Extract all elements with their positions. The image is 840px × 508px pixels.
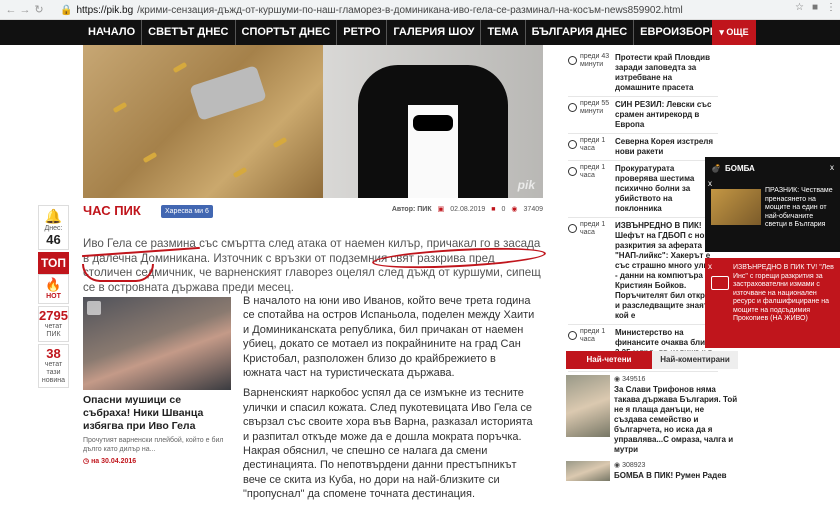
article-paragraph: Варненският наркобос успял да се измъкне…: [243, 387, 533, 501]
news-item[interactable]: преди 1 часа Прокуратурата проверява шест…: [568, 161, 718, 218]
eye-icon: ◉: [614, 376, 623, 383]
bullets-photo: [83, 45, 323, 198]
news-item[interactable]: преди 1 часа Северна Корея изстреля нови …: [568, 134, 718, 161]
news-item[interactable]: преди 43 минути Протести край Пловдив зар…: [568, 50, 718, 97]
related-article-date: ◷ на 30.04.2016: [83, 458, 137, 465]
clock-icon: [568, 224, 577, 233]
popup-brand: БОМБА: [724, 163, 755, 173]
url-host: https://pik.bg: [76, 4, 134, 16]
category-tag[interactable]: ЧАС ПИК: [83, 203, 141, 218]
clock-icon: [568, 56, 577, 65]
tab-most-read[interactable]: Най-четени: [566, 351, 652, 369]
popup-text[interactable]: ПРАЗНИК: Честваме пренасянето на мощите …: [765, 187, 836, 230]
portrait-photo: pik: [323, 45, 543, 198]
view-count: 37409: [523, 205, 543, 213]
clock-icon: [568, 331, 577, 340]
browser-bar: ← → ↻ 🔒 https://pik.bg /крими-сензация-д…: [0, 0, 840, 20]
related-article-image[interactable]: [83, 297, 231, 390]
clock-icon: [568, 167, 577, 176]
nav-item[interactable]: СВЕТЪТ ДНЕС: [142, 20, 236, 45]
popup-text[interactable]: ИЗВЪНРЕДНО В ПИК TV! "Лев Инс" с горещи …: [733, 264, 836, 324]
comment-count[interactable]: 0: [502, 206, 506, 213]
hot-box[interactable]: 🔥 HOT: [38, 274, 69, 304]
url-path: /крими-сензация-дъжд-от-куршуми-по-наш-г…: [137, 4, 683, 16]
today-count: 46: [46, 232, 61, 247]
calendar-icon: ▣: [437, 206, 445, 213]
back-icon[interactable]: ←: [4, 4, 18, 16]
tv-icon: [711, 276, 729, 290]
readers-pik-box: 2795 четат ПИК: [38, 306, 69, 342]
popular-item[interactable]: ◉ 349516 За Слави Трифонов няма такава дъ…: [566, 375, 738, 455]
nav-item[interactable]: СПОРТЪТ ДНЕС: [236, 20, 338, 45]
clock-icon: [568, 103, 577, 112]
comment-icon: ■: [491, 205, 496, 213]
reload-icon[interactable]: ↻: [32, 3, 46, 16]
lock-icon: 🔒: [60, 4, 73, 16]
article-date: 02.08.2019: [450, 205, 486, 213]
popup-thumbnail[interactable]: [711, 189, 761, 225]
readers-news-box: 38 четат тази новина: [38, 344, 69, 388]
close-icon[interactable]: x: [830, 163, 834, 172]
flame-icon: 🔥: [45, 277, 62, 292]
menu-icon[interactable]: ⋮: [826, 2, 836, 13]
popular-thumbnail[interactable]: [566, 461, 610, 481]
today-box: 🔔 Днес: 46: [38, 205, 69, 250]
news-item[interactable]: преди 1 часа ИЗВЪНРЕДНО В ПИК! Шефът на Г…: [568, 218, 718, 325]
readers-news-label: четат тази новина: [41, 361, 66, 384]
popular-tabs: Най-четени Най-коментирани: [566, 351, 738, 369]
more-menu-button[interactable]: ▾ ОЩЕ: [712, 20, 756, 45]
article-body: В началото на юни иво Иванов, който вече…: [243, 294, 535, 508]
watermark: pik: [517, 178, 535, 192]
nav-item[interactable]: ТЕМА: [481, 20, 526, 45]
red-underline-annotation: [82, 264, 154, 282]
bomb-icon: 💣: [711, 163, 721, 173]
article-header: ЧАС ПИК Харесва ми 6 Автор: ПИК ▣ 02.08.2…: [83, 203, 543, 221]
popular-title[interactable]: За Слави Трифонов няма такава държава Бъ…: [614, 385, 738, 455]
nav-item[interactable]: НАЧАЛО: [82, 20, 143, 45]
eye-icon: ◉: [511, 206, 518, 213]
popular-thumbnail[interactable]: [566, 375, 610, 437]
star-icon[interactable]: ☆: [795, 2, 804, 13]
notification-popup[interactable]: 💣 БОМБА x x ПРАЗНИК: Честваме пренасянето…: [705, 157, 840, 252]
extension-icon[interactable]: ■: [812, 2, 818, 13]
facebook-like-button[interactable]: Харесва ми 6: [161, 205, 213, 218]
author-label: Автор:: [391, 205, 416, 213]
news-item[interactable]: преди 55 минути СИН РЕЗИЛ: Левски със сра…: [568, 97, 718, 134]
main-nav: НАЧАЛО СВЕТЪТ ДНЕС СПОРТЪТ ДНЕС РЕТРО ГА…: [0, 20, 840, 45]
hot-label: HOT: [46, 293, 61, 300]
article-meta: Автор: ПИК ▣ 02.08.2019 ■ 0 ◉ 37409: [391, 205, 543, 214]
tab-most-commented[interactable]: Най-коментирани: [652, 351, 738, 369]
related-article-card[interactable]: Опасни мушици се събраха! Ники Шванца из…: [83, 297, 231, 465]
readers-pik-count: 2795: [39, 308, 68, 323]
eye-icon: ◉: [614, 462, 623, 469]
top-button[interactable]: ТОП: [38, 252, 69, 274]
gun-shape: [189, 65, 267, 121]
clock-icon: [568, 140, 577, 149]
clock-icon: ◷: [83, 458, 92, 465]
readers-news-count: 38: [46, 346, 61, 361]
nav-item[interactable]: ГАЛЕРИЯ ШОУ: [387, 20, 482, 45]
notification-popup-live[interactable]: x ИЗВЪНРЕДНО В ПИК TV! "Лев Инс" с горещ…: [705, 258, 840, 348]
forward-icon[interactable]: →: [18, 4, 32, 16]
close-icon[interactable]: x: [708, 262, 712, 271]
address-bar[interactable]: 🔒 https://pik.bg /крими-сензация-дъжд-от…: [60, 2, 740, 18]
hero-image: pik: [83, 45, 543, 198]
close-icon[interactable]: x: [708, 179, 712, 188]
popular-list: ◉ 349516 За Слави Трифонов няма такава дъ…: [566, 375, 738, 487]
related-article-excerpt: Прочутият варненски плейбой, който е бил…: [83, 437, 224, 453]
bell-icon: 🔔: [44, 208, 63, 224]
nav-item[interactable]: РЕТРО: [337, 20, 388, 45]
author-name[interactable]: ПИК: [417, 206, 431, 213]
popular-item[interactable]: ◉ 308923 БОМБА В ПИК! Румен Радев: [566, 461, 738, 481]
article-paragraph: В началото на юни иво Иванов, който вече…: [243, 295, 535, 380]
readers-pik-label: четат ПИК: [44, 323, 63, 338]
left-stats: 🔔 Днес: 46 ТОП 🔥 HOT 2795 четат ПИК 38 ч…: [38, 205, 69, 390]
gallery-icon: [87, 301, 101, 315]
latest-news-list: преди 43 минути Протести край Пловдив зар…: [568, 50, 718, 372]
nav-item[interactable]: БЪЛГАРИЯ ДНЕС: [526, 20, 635, 45]
related-article-title[interactable]: Опасни мушици се събраха! Ники Шванца из…: [83, 394, 231, 433]
popular-title[interactable]: БОМБА В ПИК! Румен Радев: [614, 471, 738, 481]
